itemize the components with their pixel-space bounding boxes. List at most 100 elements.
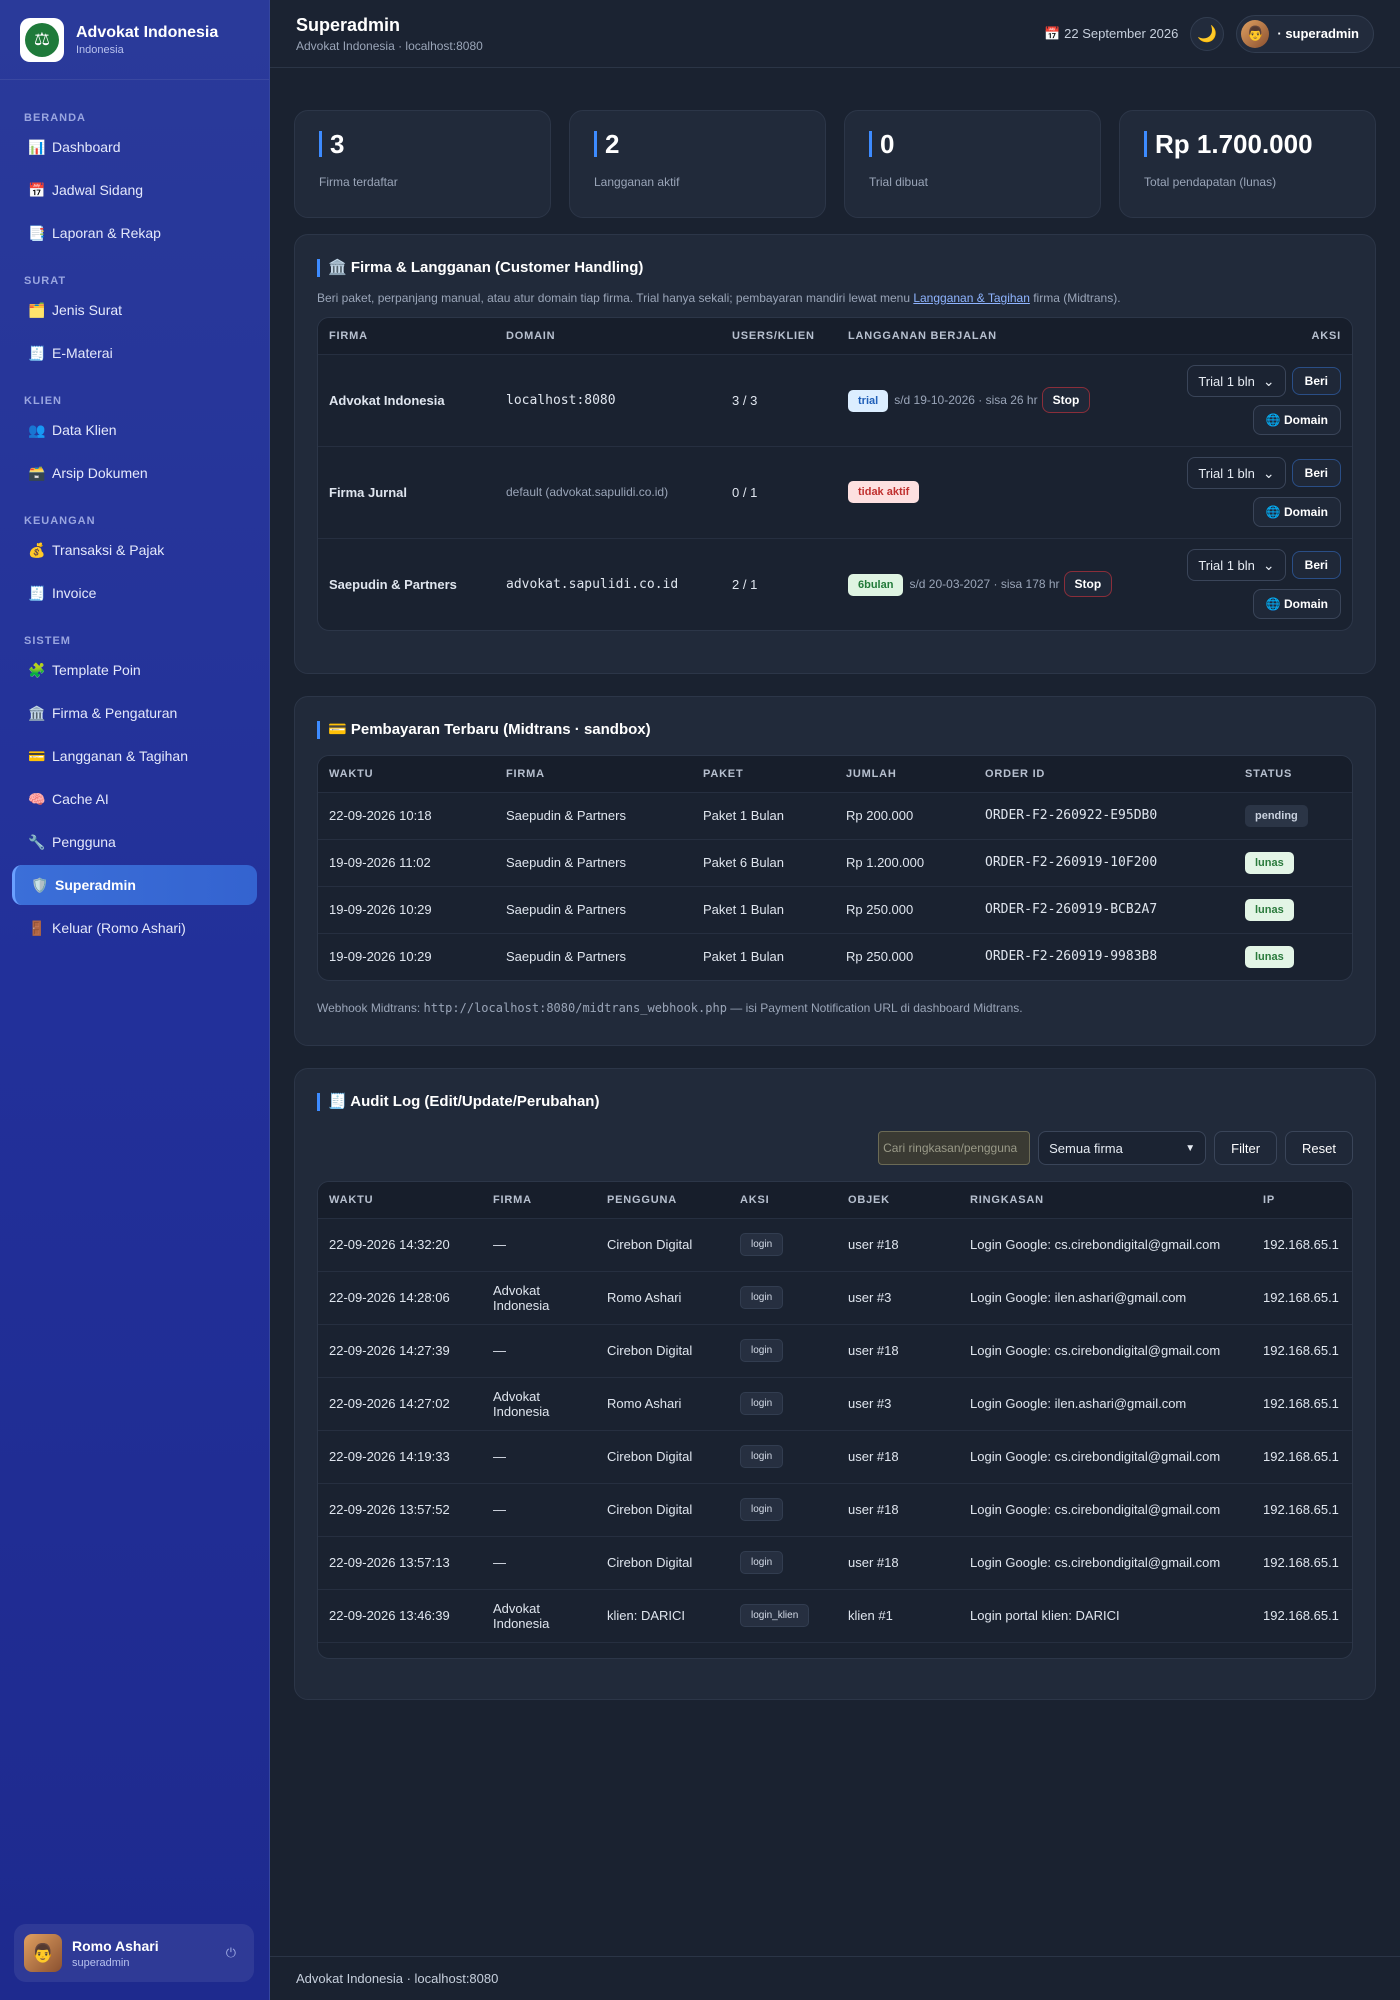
audit-firma: —	[482, 1323, 596, 1377]
subscription-cell: 6bulan s/d 20-03-2027 · sisa 178 hr Stop	[837, 537, 1157, 630]
stat-card: Rp 1.700.000 Total pendapatan (lunas)	[1119, 110, 1376, 218]
payment-paket: Paket 1 Bulan	[692, 791, 835, 839]
payment-time: 22-09-2026 10:18	[318, 791, 495, 839]
audit-object: user #18	[837, 1535, 959, 1589]
audit-firma: Advokat Indonesia	[482, 1376, 596, 1430]
order-id: ORDER-F2-260922-E95DB0	[974, 791, 1234, 839]
domain-button[interactable]: 🌐 Domain	[1252, 405, 1341, 435]
sidebar-item-dashboard[interactable]: 📊 Dashboard	[12, 127, 257, 167]
status-badge: lunas	[1245, 851, 1294, 874]
firma-users: 3 / 3	[721, 353, 837, 446]
nav-icon: 🗂️	[28, 301, 46, 318]
sidebar-item-laporan-rekap[interactable]: 📑 Laporan & Rekap	[12, 213, 257, 253]
stats-row: 3 Firma terdaftar 2 Langganan aktif 0 Trial d…	[294, 110, 1376, 218]
stop-button[interactable]: Stop	[1041, 387, 1091, 413]
sidebar-item-cache-ai[interactable]: 🧠 Cache AI	[12, 779, 257, 819]
sidebar-item-keluar-romo-ashari[interactable]: 🚪 Keluar (Romo Ashari)	[12, 908, 257, 948]
payment-paket: Paket 1 Bulan	[692, 932, 835, 980]
chevron-down-icon: ⌄	[1262, 556, 1275, 573]
payments-table: WAKTU FIRMA PAKET JUMLAH ORDER ID STATUS 22-0…	[317, 755, 1353, 981]
audit-object	[837, 1641, 959, 1658]
audit-action: login	[729, 1429, 837, 1483]
audit-object: user #18	[837, 1217, 959, 1271]
sidebar-item-jenis-surat[interactable]: 🗂️ Jenis Surat	[12, 290, 257, 330]
power-icon[interactable]: ⏻	[226, 1945, 236, 1961]
nav-section-label: BERANDA	[24, 112, 86, 124]
audit-summary: Login Google: cs.cirebondigital@gmail.co…	[959, 1429, 1252, 1483]
action-badge: login	[740, 1445, 784, 1468]
column-header: ORDER ID	[974, 756, 1234, 792]
audit-user: Cirebon Digital	[596, 1482, 729, 1536]
audit-time	[318, 1641, 482, 1658]
langganan-link[interactable]: Langganan & Tagihan	[913, 291, 1030, 305]
avatar: 👨	[1241, 19, 1270, 48]
moon-icon[interactable]: 🌙	[1190, 16, 1225, 51]
nav-icon: 🚪	[28, 919, 46, 936]
sidebar-item-pengguna[interactable]: 🔧 Pengguna	[12, 822, 257, 862]
filter-button[interactable]: Filter	[1214, 1131, 1278, 1165]
package-select[interactable]: Trial 1 bln ⌄	[1187, 549, 1286, 582]
column-header: WAKTU	[318, 756, 495, 792]
chevron-down-icon: ▼	[1185, 1142, 1196, 1154]
column-header: STATUS	[1234, 756, 1352, 792]
audit-time: 22-09-2026 13:57:13	[318, 1535, 482, 1589]
audit-firma: Advokat Indonesia	[482, 1270, 596, 1324]
table-row: 22-09-2026 14:19:33— Cirebon Digital login…	[318, 1429, 1352, 1483]
beri-button[interactable]: Beri	[1291, 551, 1341, 580]
table-row: 22-09-2026 14:28:06 Advokat Indonesia Romo…	[318, 1270, 1352, 1324]
audit-time: 22-09-2026 14:27:02	[318, 1376, 482, 1430]
sidebar-item-invoice[interactable]: 🧾 Invoice	[12, 573, 257, 613]
column-header: USERS/KLIEN	[721, 318, 837, 354]
sidebar-item-transaksi-pajak[interactable]: 💰 Transaksi & Pajak	[12, 530, 257, 570]
sidebar-item-label: Jenis Surat	[52, 302, 123, 318]
audit-object: user #18	[837, 1482, 959, 1536]
stat-value: 0	[869, 131, 1076, 157]
audit-firma: —	[482, 1535, 596, 1589]
webhook-note: Webhook Midtrans: http://localhost:8080/…	[317, 1001, 1353, 1015]
audit-object: user #3	[837, 1270, 959, 1324]
table-row: Saepudin & Partners advokat.sapulidi.co.i…	[318, 537, 1352, 630]
audit-firma: Advokat	[482, 1641, 596, 1658]
stop-button[interactable]: Stop	[1063, 571, 1113, 598]
payment-time: 19-09-2026 10:29	[318, 932, 495, 980]
payment-firma: Saepudin & Partners	[495, 885, 692, 933]
desc-text: Beri paket, perpanjang manual, atau atur…	[317, 291, 914, 305]
table-row: 22-09-2026 14:27:39— Cirebon Digital login…	[318, 1323, 1352, 1377]
stat-label: Langganan aktif	[594, 175, 680, 189]
package-select[interactable]: Trial 1 bln ⌄	[1187, 365, 1286, 397]
domain-button[interactable]: 🌐 Domain	[1252, 497, 1341, 527]
audit-time: 22-09-2026 13:57:52	[318, 1482, 482, 1536]
audit-user: Cirebon Digital	[596, 1323, 729, 1377]
audit-ip: 192.168.65.1	[1252, 1588, 1352, 1642]
sidebar-item-template-poin[interactable]: 🧩 Template Poin	[12, 650, 257, 690]
sidebar-item-superadmin[interactable]: 🛡️ Superadmin	[12, 865, 257, 905]
beri-button[interactable]: Beri	[1291, 367, 1341, 395]
package-select[interactable]: Trial 1 bln ⌄	[1187, 457, 1286, 489]
payment-firma: Saepudin & Partners	[495, 791, 692, 839]
firma-domain: advokat.sapulidi.co.id	[495, 537, 721, 630]
sidebar-item-firma-pengaturan[interactable]: 🏛️ Firma & Pengaturan	[12, 693, 257, 733]
audit-user: Romo Ashari	[596, 1376, 729, 1430]
sidebar-item-data-klien[interactable]: 👥 Data Klien	[12, 410, 257, 450]
beri-button[interactable]: Beri	[1291, 459, 1341, 487]
sidebar-item-e-materai[interactable]: 🧾 E-Materai	[12, 333, 257, 373]
audit-ip	[1252, 1641, 1352, 1658]
webhook-desc: — isi Payment Notification URL di dashbo…	[726, 1001, 1023, 1015]
audit-object: user #3	[837, 1376, 959, 1430]
sidebar-item-jadwal-sidang[interactable]: 📅 Jadwal Sidang	[12, 170, 257, 210]
sidebar-item-arsip-dokumen[interactable]: 🗃️ Arsip Dokumen	[12, 453, 257, 493]
user-menu-button[interactable]: 👨 · superadmin	[1236, 14, 1374, 53]
brand[interactable]: ⚖ Advokat Indonesia Indonesia	[0, 0, 269, 80]
firma-select[interactable]: Semua firma ▼	[1038, 1131, 1207, 1165]
nav-icon: 💳	[28, 747, 46, 764]
search-input[interactable]: Cari ringkasan/pengguna	[878, 1131, 1031, 1165]
payment-paket: Paket 6 Bulan	[692, 838, 835, 886]
nav-icon: 👥	[28, 421, 46, 438]
audit-summary: Login Google: ilen.ashari@gmail.com	[959, 1270, 1252, 1324]
audit-time: 22-09-2026 14:19:33	[318, 1429, 482, 1483]
sidebar-user-card[interactable]: 👨 Romo Ashari superadmin ⏻	[14, 1924, 254, 1982]
domain-button[interactable]: 🌐 Domain	[1252, 589, 1341, 620]
top-header: Superadmin Advokat Indonesia · localhost…	[270, 0, 1400, 68]
reset-button[interactable]: Reset	[1285, 1131, 1353, 1165]
sidebar-item-langganan-tagihan[interactable]: 💳 Langganan & Tagihan	[12, 736, 257, 776]
